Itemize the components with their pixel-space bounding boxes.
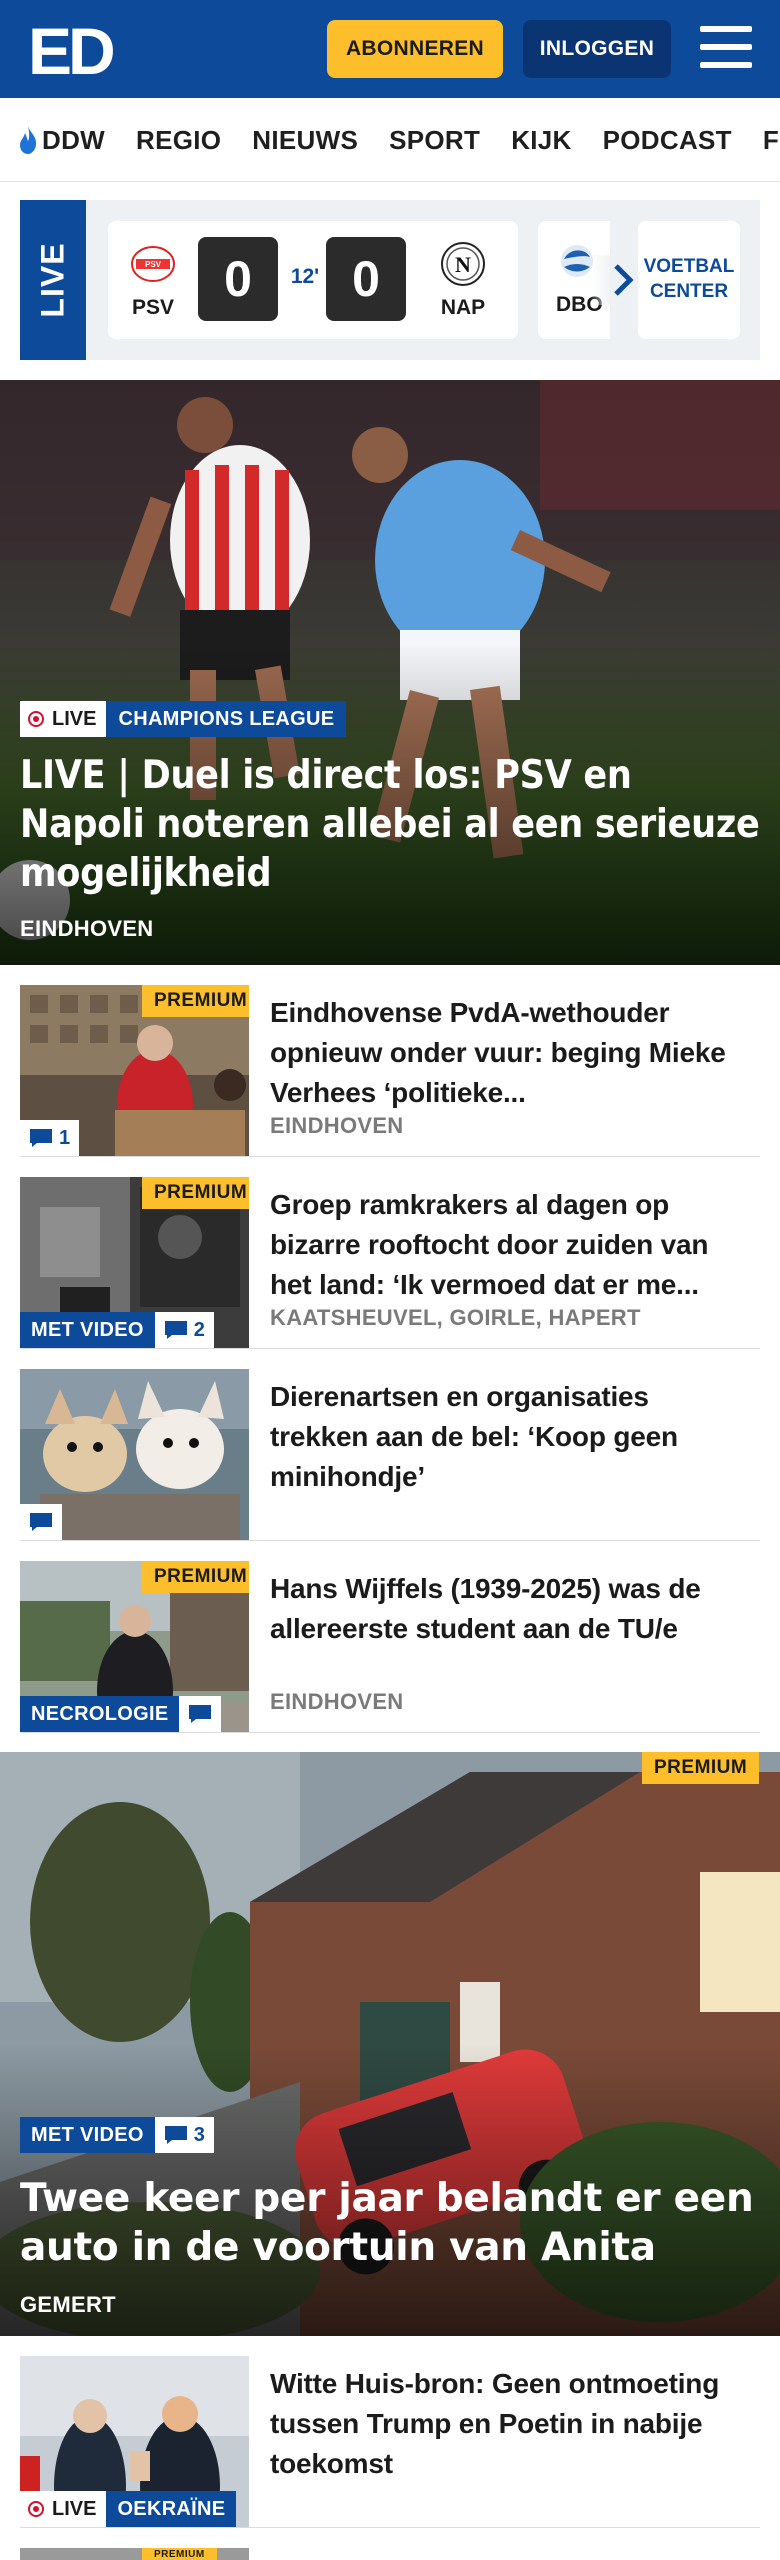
hero-labels: LIVE CHAMPIONS LEAGUE (20, 701, 347, 737)
live-badge: LIVE (20, 701, 107, 737)
article-location: EINDHOVEN (270, 1113, 404, 1138)
feature-article[interactable]: PREMIUM MET VIDEO 3 Twee keer per jaar b… (0, 1752, 780, 2336)
comment-count: 3 (193, 2123, 205, 2146)
thumb-labels (20, 1504, 62, 1540)
flame-icon (20, 126, 37, 154)
article-title[interactable]: Hans Wijffels (1939-2025) was de alleree… (270, 1569, 750, 1649)
list-item[interactable]: PREMIUM 1 Eindhovense PvdA-wethouder opn… (20, 985, 760, 1157)
home-score: 0 (198, 237, 278, 321)
ed-logo[interactable]: ED (28, 18, 118, 80)
nav-item-fee[interactable]: FEE (763, 125, 780, 156)
main-navigation: DDW REGIO NIEUWS SPORT KIJK PODCAST FEE (0, 98, 780, 182)
hamburger-menu-icon[interactable] (700, 24, 752, 72)
comments-badge[interactable] (20, 1504, 62, 1540)
comment-icon (30, 1129, 52, 1147)
subscribe-button[interactable]: ABONNEREN (327, 20, 503, 78)
hero-article[interactable]: LIVE CHAMPIONS LEAGUE LIVE | Duel is dir… (0, 380, 780, 965)
voetbal-center-button[interactable]: VOETBAL CENTER (638, 221, 740, 339)
login-button[interactable]: INLOGGEN (523, 20, 671, 78)
live-badge-label: LIVE (52, 707, 97, 730)
comment-icon (189, 1705, 212, 1723)
category-badge: CHAMPIONS LEAGUE (106, 701, 347, 737)
feature-labels: MET VIDEO 3 (20, 2117, 214, 2153)
nav-item-ddw[interactable]: DDW (18, 125, 105, 156)
premium-badge: PREMIUM (142, 1561, 249, 1593)
article-title[interactable]: Eindhovense PvdA-wethouder opnieuw onder… (270, 993, 750, 1113)
comments-badge[interactable] (179, 1696, 222, 1732)
nav-item-sport[interactable]: SPORT (389, 125, 480, 156)
comment-count: 2 (193, 1318, 205, 1341)
feature-location: GEMERT (20, 2292, 116, 2317)
thumb-labels: 1 (20, 1120, 80, 1156)
list-item[interactable]: Dierenartsen en organisaties trekken aan… (20, 1369, 760, 1541)
logo-text: ED (28, 18, 113, 80)
article-title[interactable]: Groep ramkrakers al dagen op bizarre roo… (270, 1185, 750, 1305)
feature-title[interactable]: Twee keer per jaar belandt er een auto i… (20, 2174, 770, 2272)
comment-icon (164, 2126, 187, 2144)
video-badge: MET VIDEO (20, 1312, 155, 1348)
article-location: EINDHOVEN (270, 1689, 404, 1714)
video-badge: MET VIDEO (20, 2117, 155, 2153)
next-article-thumbnail: PREMIUM (20, 2548, 249, 2560)
hero-title[interactable]: LIVE | Duel is direct los: PSV en Napoli… (20, 751, 760, 898)
article-title[interactable]: Dierenartsen en organisaties trekken aan… (270, 1377, 750, 1497)
article-location: KAATSHEUVEL, GOIRLE, HAPERT (270, 1305, 641, 1330)
article-thumbnail: PREMIUM NECROLOGIE (20, 1561, 249, 1732)
article-title[interactable]: Witte Huis-bron: Geen ontmoeting tussen … (270, 2364, 750, 2484)
live-strip-label: LIVE (20, 200, 86, 360)
chevron-right-icon (614, 264, 634, 296)
away-score: 0 (326, 237, 406, 321)
article-thumbnail: LIVE OEKRAÏNE (20, 2356, 249, 2527)
list-item[interactable]: PREMIUM MET VIDEO 2 Groep ramkrakers al … (20, 1177, 760, 1349)
svg-text:N: N (455, 252, 471, 277)
comment-icon (164, 1321, 187, 1339)
home-team: PSV PSV (118, 241, 188, 320)
comments-badge[interactable]: 1 (20, 1120, 80, 1156)
nav-label: DDW (42, 124, 105, 155)
away-team: N NAP (428, 241, 498, 320)
article-thumbnail: PREMIUM 1 (20, 985, 249, 1156)
nav-item-nieuws[interactable]: NIEUWS (252, 125, 358, 156)
premium-badge: PREMIUM (142, 2548, 217, 2560)
svg-text:PSV: PSV (145, 260, 162, 269)
match-card-psv-nap[interactable]: PSV PSV 0 12' 0 N NAP (108, 221, 518, 339)
home-team-name: PSV (131, 296, 175, 319)
list-item[interactable]: LIVE OEKRAÏNE Witte Huis-bron: Geen ontm… (20, 2356, 760, 2528)
thumb-labels: LIVE OEKRAÏNE (20, 2491, 237, 2527)
psv-crest-icon: PSV (131, 246, 175, 282)
article-thumbnail (20, 1369, 249, 1540)
live-badge: LIVE (20, 2491, 107, 2527)
away-team-name: NAP (440, 296, 486, 319)
premium-badge: PREMIUM (142, 1177, 249, 1209)
live-dot-icon (28, 2501, 44, 2517)
comment-count: 1 (59, 1126, 71, 1149)
comment-icon (30, 1513, 52, 1531)
list-item[interactable]: PREMIUM NECROLOGIE Hans Wijffels (1939-2… (20, 1561, 760, 1733)
premium-badge: PREMIUM (642, 1752, 760, 1784)
live-dot-icon (28, 711, 44, 727)
thumb-labels: NECROLOGIE (20, 1696, 222, 1732)
napoli-crest-icon: N (441, 242, 485, 286)
nav-item-kijk[interactable]: KIJK (511, 125, 571, 156)
necrologie-badge: NECROLOGIE (20, 1696, 180, 1732)
nav-item-regio[interactable]: REGIO (136, 125, 221, 156)
premium-badge: PREMIUM (142, 985, 249, 1017)
site-header: ED ABONNEREN INLOGGEN (0, 0, 780, 98)
comments-badge[interactable]: 3 (154, 2117, 214, 2153)
live-badge-label: LIVE (52, 2497, 97, 2520)
nav-item-podcast[interactable]: PODCAST (603, 125, 732, 156)
match-minute: 12' (290, 265, 320, 288)
hero-location: EINDHOVEN (20, 916, 154, 941)
live-scores-strip: LIVE PSV PSV 0 12' 0 N NAP DBO VOETBAL C… (20, 200, 760, 360)
category-badge: OEKRAÏNE (106, 2491, 237, 2527)
comments-badge[interactable]: 2 (154, 1312, 214, 1348)
thumb-labels: MET VIDEO 2 (20, 1312, 214, 1348)
article-thumbnail: PREMIUM MET VIDEO 2 (20, 1177, 249, 1348)
